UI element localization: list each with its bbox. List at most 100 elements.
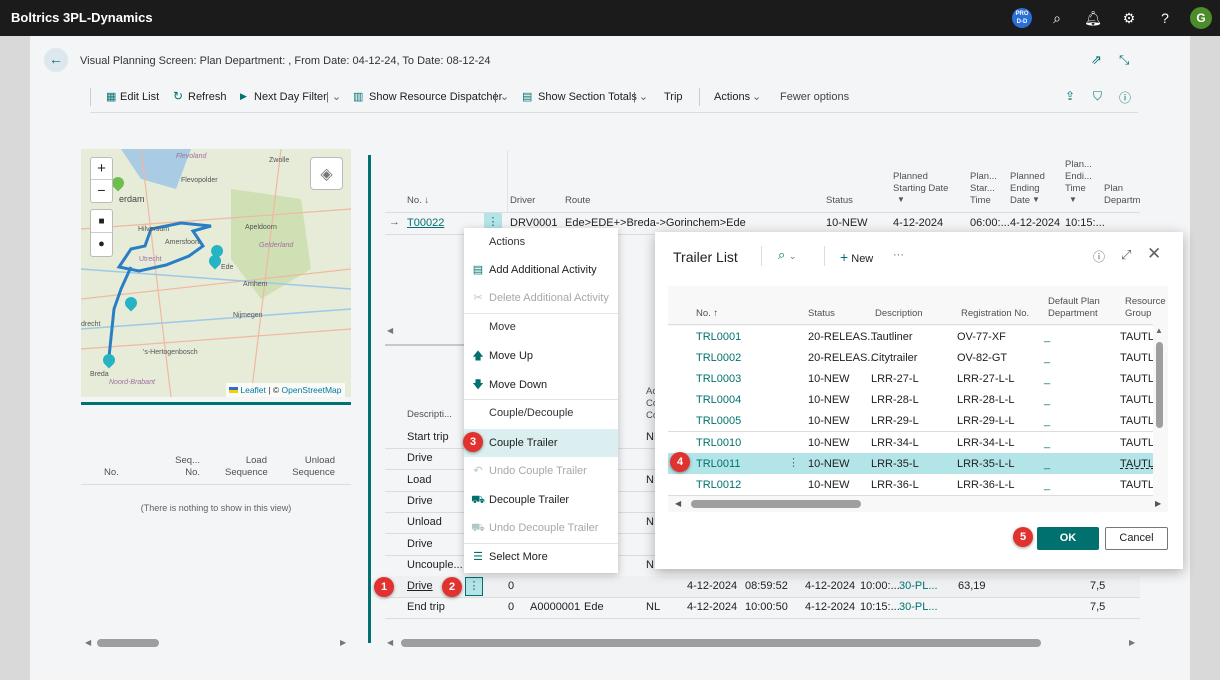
cell-reg: LRR-35-L-L <box>957 457 1015 470</box>
col-header-description[interactable]: Descripti... <box>407 409 452 421</box>
draw-rectangle-button[interactable]: ■ <box>91 210 112 233</box>
col-header-no[interactable]: No. ↑ <box>696 308 718 320</box>
left-scrollbar[interactable]: ◀ ▶ <box>85 638 350 647</box>
expand-icon[interactable]: ⤢ <box>1121 247 1131 263</box>
show-resource-dispatcher-button[interactable]: Show Resource Dispatcher <box>369 91 502 103</box>
menu-item-add-additional-activity[interactable]: ▤ Add Additional Activity <box>464 256 618 284</box>
col-header-plan-department[interactable]: Plan Departm <box>1104 183 1142 207</box>
row-actions-button[interactable]: ⋮ <box>788 456 799 469</box>
help-icon[interactable]: ? <box>1156 9 1174 27</box>
vertical-scrollbar[interactable]: ▲ <box>1155 326 1165 502</box>
edit-list-button[interactable]: Edit List <box>120 91 159 103</box>
cell-desc: Drive <box>407 580 433 593</box>
next-day-filter-button[interactable]: Next Day Filter <box>254 91 327 103</box>
table-row[interactable]: TRL0010 10-NEW LRR-34-L LRR-34-L-L _ TAUTL <box>668 431 1153 453</box>
menu-item-select-more[interactable]: ☰ Select More <box>464 543 618 571</box>
col-header-unload-sequence[interactable]: Unload Sequence <box>290 455 335 479</box>
col-header-driver[interactable]: Driver <box>510 195 535 207</box>
col-header-status[interactable]: Status <box>826 195 853 207</box>
menu-item-decouple-trailer[interactable]: ⛟ Decouple Trailer <box>464 486 618 514</box>
bell-icon[interactable]: 🔔︎ <box>1084 9 1102 27</box>
filter-icon[interactable]: ▼ <box>1069 195 1077 204</box>
trips-scrollbar[interactable]: ◀ <box>387 326 393 335</box>
col-header-registration-no[interactable]: Registration No. <box>961 308 1029 320</box>
open-new-window-icon[interactable]: ⇗ <box>1091 52 1102 68</box>
table-row[interactable]: TRL0011 10-NEW LRR-35-L LRR-35-L-L _ TAUTL ⋮ <box>668 452 1153 474</box>
col-header-resource-group[interactable]: Resource Group <box>1125 296 1166 320</box>
leaflet-link[interactable]: Leaflet <box>240 385 266 395</box>
chevron-down-icon[interactable]: ⌄ <box>752 90 761 103</box>
col-header-status[interactable]: Status <box>808 308 835 320</box>
col-header-no[interactable]: No. <box>104 467 119 479</box>
trip-button[interactable]: Trip <box>664 91 683 103</box>
table-row[interactable]: TRL0001 20-RELEAS... Tautliner OV-77-XF _ TAU… <box>668 326 1153 347</box>
table-row[interactable]: End trip 0 A0000001 Ede NL 4-12-2024 10:00:50 4… <box>385 597 1140 618</box>
search-icon[interactable]: ⌕ ⌄ <box>778 247 796 263</box>
chevron-down-icon[interactable]: | ⌄ <box>494 90 509 103</box>
table-row[interactable]: TRL0012 10-NEW LRR-36-L LRR-36-L-L _ TAUTL <box>668 473 1153 495</box>
menu-item-move-up[interactable]: 🡅 Move Up <box>464 342 618 370</box>
table-row[interactable]: TRL0004 10-NEW LRR-28-L LRR-28-L-L _ TAUTL <box>668 389 1153 411</box>
col-header-planned-ending-date[interactable]: Planned Ending Date <box>1010 171 1046 207</box>
col-header-seq-no[interactable]: Seq... No. <box>172 455 200 479</box>
panel-divider[interactable] <box>368 155 371 643</box>
col-header-description[interactable]: Description <box>875 308 923 320</box>
trip-no-link[interactable]: T00022 <box>407 217 444 229</box>
menu-item-undo-couple-trailer[interactable]: ↶ Undo Couple Trailer <box>464 457 618 485</box>
row-actions-button[interactable]: ⋮ <box>465 577 483 597</box>
horizontal-scrollbar[interactable]: ◀ ▶ <box>675 499 1165 508</box>
col-header-load-sequence[interactable]: Load Sequence <box>225 455 268 479</box>
cell-reg: LRR-29-L-L <box>957 415 1015 428</box>
filter-icon[interactable]: ▼ <box>1032 195 1040 204</box>
menu-item-label: Select More <box>489 551 548 563</box>
menu-item-label: Undo Couple Trailer <box>489 465 587 477</box>
menu-item-delete-additional-activity[interactable]: ✂ Delete Additional Activity <box>464 284 618 312</box>
search-icon[interactable]: ⌕ <box>1048 9 1066 27</box>
fewer-options-button[interactable]: Fewer options <box>780 91 849 103</box>
table-row[interactable]: Drive 0 4-12-2024 08:59:52 4-12-2024 10:00:..… <box>385 576 1140 598</box>
col-header-planned-starting-time[interactable]: Plan... Star... Time <box>970 171 997 207</box>
map[interactable]: Flevoland Flevopolder Zwolle erdam Hilve… <box>81 149 351 397</box>
table-row[interactable]: TRL0003 10-NEW LRR-27-L LRR-27-L-L _ TAUTL <box>668 368 1153 390</box>
filter-icon[interactable]: ▼ <box>897 195 905 204</box>
refresh-button[interactable]: Refresh <box>188 91 227 103</box>
table-row[interactable]: TRL0005 10-NEW LRR-29-L LRR-29-L-L _ TAUTL <box>668 410 1153 432</box>
col-header-planned-starting-date[interactable]: Planned Starting Date <box>893 171 953 195</box>
share-icon[interactable]: ⇪ <box>1065 89 1075 103</box>
avatar[interactable]: G <box>1190 7 1212 29</box>
openstreetmap-link[interactable]: OpenStreetMap <box>282 385 342 395</box>
new-button[interactable]: + New <box>840 249 873 265</box>
layers-button[interactable]: ◈ <box>310 157 343 190</box>
actions-menu[interactable]: Actions <box>714 91 750 103</box>
cell-desc: Tautliner <box>871 331 913 343</box>
col-header-route[interactable]: Route <box>565 195 590 207</box>
gear-icon[interactable]: ⚙ <box>1120 9 1138 27</box>
add-activity-icon: ▤ <box>472 264 484 276</box>
chevron-down-icon[interactable]: | ⌄ <box>633 90 648 103</box>
cancel-button[interactable]: Cancel <box>1105 527 1168 550</box>
cell-c: NL <box>646 601 661 614</box>
col-header-planned-ending-time[interactable]: Plan... Endi... Time <box>1065 159 1092 195</box>
menu-item-undo-decouple-trailer[interactable]: ⛟ Undo Decouple Trailer <box>464 514 618 542</box>
filter-icon[interactable]: ⛉ <box>1093 89 1102 104</box>
chevron-down-icon[interactable]: | ⌄ <box>326 90 341 103</box>
zoom-out-button[interactable]: − <box>91 180 112 202</box>
more-options-button[interactable]: ··· <box>893 249 904 261</box>
info-icon[interactable]: ⓘ <box>1093 248 1105 265</box>
ok-button[interactable]: OK <box>1037 527 1099 550</box>
draw-circle-button[interactable]: ● <box>91 233 112 256</box>
environment-badge[interactable]: PRO D-D <box>1012 8 1032 28</box>
collapse-icon[interactable]: ⤡ <box>1119 52 1129 68</box>
close-icon[interactable]: ✕ <box>1147 244 1161 264</box>
col-header-no[interactable]: No. ↓ <box>407 195 429 207</box>
col-header-default-plan-department[interactable]: Default Plan Department <box>1048 296 1118 320</box>
show-section-totals-button[interactable]: Show Section Totals <box>538 91 637 103</box>
lines-scrollbar[interactable]: ◀ ▶ <box>387 638 1139 647</box>
info-icon[interactable]: ⓘ <box>1119 89 1131 106</box>
table-row[interactable]: TRL0002 20-RELEAS... Citytrailer OV-82-GT _ T… <box>668 347 1153 369</box>
back-button[interactable]: ← <box>44 48 68 72</box>
zoom-in-button[interactable]: + <box>91 158 112 180</box>
menu-item-couple-trailer[interactable]: Couple Trailer <box>464 429 618 457</box>
menu-item-move-down[interactable]: 🡇 Move Down <box>464 371 618 399</box>
cell-group: TAUTL <box>1120 478 1153 491</box>
